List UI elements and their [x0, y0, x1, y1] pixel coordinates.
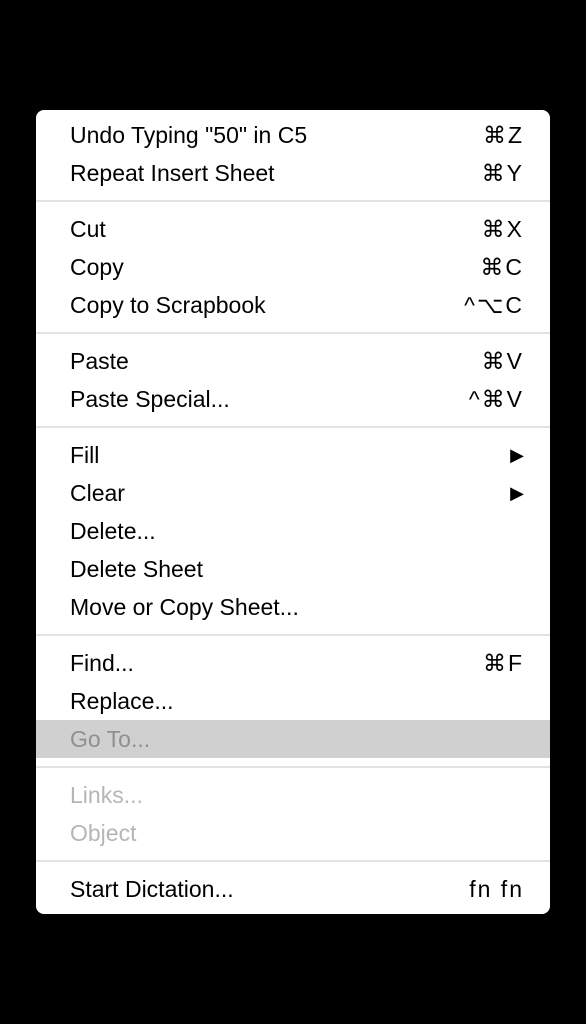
menu-item-paste[interactable]: Paste ⌘V: [36, 342, 550, 380]
menu-item-label: Paste Special...: [70, 386, 469, 413]
menu-item-label: Undo Typing "50" in C5: [70, 122, 483, 149]
menu-separator: [36, 332, 550, 334]
menu-item-shortcut: fn fn: [469, 876, 524, 903]
menu-item-label: Find...: [70, 650, 483, 677]
menu-item-label: Move or Copy Sheet...: [70, 594, 524, 621]
menu-item-shortcut: ^⌥C: [464, 292, 524, 319]
menu-item-label: Delete...: [70, 518, 524, 545]
menu-item-links: Links...: [36, 776, 550, 814]
menu-item-label: Object: [70, 820, 524, 847]
menu-item-label: Go To...: [70, 726, 524, 753]
menu-separator: [36, 426, 550, 428]
menu-item-shortcut: ⌘C: [480, 254, 524, 281]
menu-item-shortcut: ⌘V: [482, 348, 524, 375]
menu-separator: [36, 200, 550, 202]
menu-item-label: Repeat Insert Sheet: [70, 160, 482, 187]
submenu-arrow-icon: ▶: [510, 445, 524, 466]
submenu-arrow-icon: ▶: [510, 483, 524, 504]
menu-item-label: Links...: [70, 782, 524, 809]
menu-item-replace[interactable]: Replace...: [36, 682, 550, 720]
menu-item-object: Object: [36, 814, 550, 852]
menu-item-label: Delete Sheet: [70, 556, 524, 583]
menu-item-move-copy-sheet[interactable]: Move or Copy Sheet...: [36, 588, 550, 626]
menu-item-shortcut: ⌘Z: [483, 122, 524, 149]
menu-item-find[interactable]: Find... ⌘F: [36, 644, 550, 682]
menu-item-undo[interactable]: Undo Typing "50" in C5 ⌘Z: [36, 116, 550, 154]
menu-item-cut[interactable]: Cut ⌘X: [36, 210, 550, 248]
menu-item-shortcut: ^⌘V: [469, 386, 524, 413]
menu-item-label: Start Dictation...: [70, 876, 469, 903]
menu-item-goto[interactable]: Go To...: [36, 720, 550, 758]
menu-separator: [36, 766, 550, 768]
menu-item-fill[interactable]: Fill ▶: [36, 436, 550, 474]
edit-menu: Undo Typing "50" in C5 ⌘Z Repeat Insert …: [36, 110, 550, 914]
menu-item-paste-special[interactable]: Paste Special... ^⌘V: [36, 380, 550, 418]
menu-item-shortcut: ⌘Y: [482, 160, 524, 187]
menu-item-delete-sheet[interactable]: Delete Sheet: [36, 550, 550, 588]
menu-item-delete[interactable]: Delete...: [36, 512, 550, 550]
menu-item-shortcut: ⌘F: [483, 650, 524, 677]
menu-item-copy-scrapbook[interactable]: Copy to Scrapbook ^⌥C: [36, 286, 550, 324]
menu-item-label: Cut: [70, 216, 482, 243]
menu-item-label: Copy: [70, 254, 480, 281]
menu-item-shortcut: ⌘X: [482, 216, 524, 243]
menu-item-label: Replace...: [70, 688, 524, 715]
menu-separator: [36, 634, 550, 636]
menu-item-label: Paste: [70, 348, 482, 375]
menu-item-label: Copy to Scrapbook: [70, 292, 464, 319]
menu-item-label: Clear: [70, 480, 510, 507]
menu-separator: [36, 860, 550, 862]
menu-item-clear[interactable]: Clear ▶: [36, 474, 550, 512]
menu-item-start-dictation[interactable]: Start Dictation... fn fn: [36, 870, 550, 908]
menu-item-repeat[interactable]: Repeat Insert Sheet ⌘Y: [36, 154, 550, 192]
menu-item-label: Fill: [70, 442, 510, 469]
menu-item-copy[interactable]: Copy ⌘C: [36, 248, 550, 286]
